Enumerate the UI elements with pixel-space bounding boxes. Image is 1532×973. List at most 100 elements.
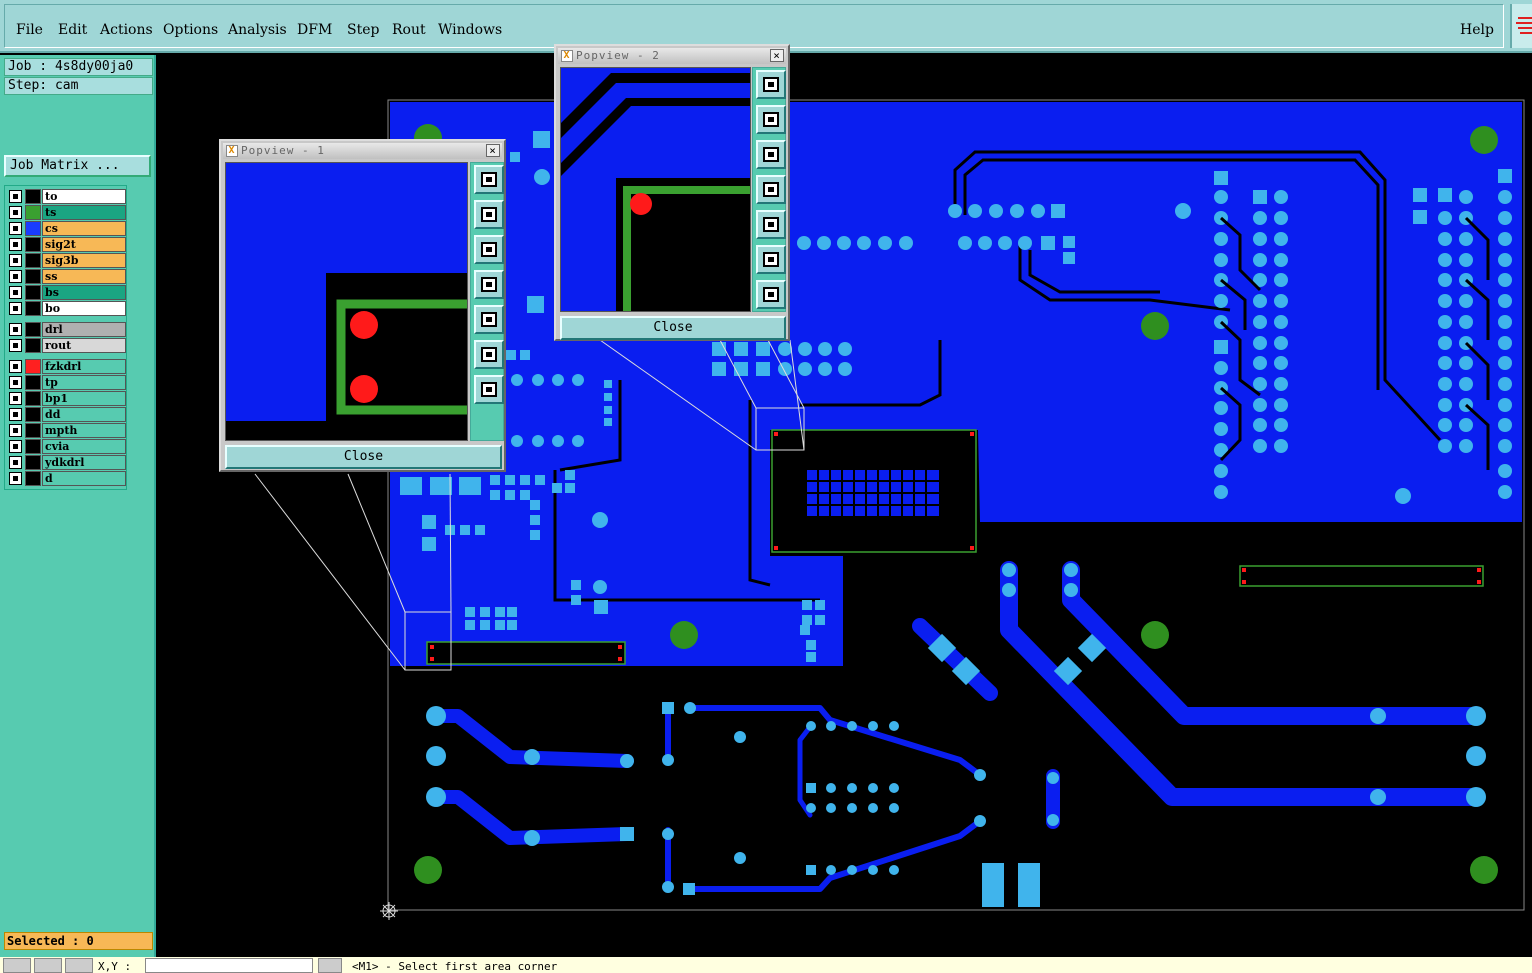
zoom-fit-button[interactable] — [756, 70, 786, 99]
layer-row-mpth[interactable]: mpth — [7, 423, 126, 438]
layer-color-swatch[interactable] — [25, 338, 41, 353]
layer-name-label[interactable]: cvia — [42, 439, 126, 454]
layer-color-swatch[interactable] — [25, 391, 41, 406]
layer-row-drl[interactable]: drl — [7, 322, 126, 337]
layer-checkbox[interactable] — [9, 206, 22, 219]
layer-checkbox[interactable] — [9, 440, 22, 453]
layer-color-swatch[interactable] — [25, 253, 41, 268]
layer-name-label[interactable]: ss — [42, 269, 126, 284]
layer-name-label[interactable]: to — [42, 189, 126, 204]
layer-row-cs[interactable]: cs — [7, 221, 126, 236]
menu-step[interactable]: Step — [347, 22, 379, 38]
layer-name-label[interactable]: drl — [42, 322, 126, 337]
layer-row-sig3b[interactable]: sig3b — [7, 253, 126, 268]
layer-checkbox[interactable] — [9, 190, 22, 203]
layer-checkbox[interactable] — [9, 254, 22, 267]
layer-color-swatch[interactable] — [25, 189, 41, 204]
layer-row-ss[interactable]: ss — [7, 269, 126, 284]
zoom-out-button[interactable] — [756, 280, 786, 309]
layer-checkbox[interactable] — [9, 302, 22, 315]
layer-color-swatch[interactable] — [25, 407, 41, 422]
pan-left-button[interactable] — [474, 270, 504, 299]
pan-right-button[interactable] — [474, 305, 504, 334]
xy-input[interactable] — [145, 958, 313, 973]
layer-name-label[interactable]: fzkdrl — [42, 359, 126, 374]
layer-checkbox[interactable] — [9, 472, 22, 485]
zoom-out-button[interactable] — [474, 375, 504, 404]
close-icon[interactable]: × — [770, 49, 784, 62]
coordinate-mode-button[interactable] — [318, 958, 342, 973]
menu-file[interactable]: File — [16, 22, 43, 38]
zoom-in-button[interactable] — [756, 245, 786, 274]
layer-color-swatch[interactable] — [25, 375, 41, 390]
menu-windows[interactable]: Windows — [438, 22, 502, 38]
layer-color-swatch[interactable] — [25, 301, 41, 316]
layer-color-swatch[interactable] — [25, 439, 41, 454]
layer-checkbox[interactable] — [9, 408, 22, 421]
layer-row-to[interactable]: to — [7, 189, 126, 204]
layer-color-swatch[interactable] — [25, 359, 41, 374]
layer-color-swatch[interactable] — [25, 455, 41, 470]
pan-up-button[interactable] — [474, 200, 504, 229]
menu-analysis[interactable]: Analysis — [228, 22, 287, 38]
select-tool-button[interactable] — [3, 958, 31, 973]
layer-row-dd[interactable]: dd — [7, 407, 126, 422]
popview-2-viewport[interactable] — [560, 67, 751, 312]
confirm-tool-button[interactable] — [34, 958, 62, 973]
layer-row-tp[interactable]: tp — [7, 375, 126, 390]
pan-up-button[interactable] — [756, 105, 786, 134]
layer-row-rout[interactable]: rout — [7, 338, 126, 353]
pan-right-button[interactable] — [756, 210, 786, 239]
window-tool-button[interactable] — [65, 958, 93, 973]
layer-row-bo[interactable]: bo — [7, 301, 126, 316]
layer-checkbox[interactable] — [9, 270, 22, 283]
layer-checkbox[interactable] — [9, 339, 22, 352]
layer-checkbox[interactable] — [9, 392, 22, 405]
layer-color-swatch[interactable] — [25, 205, 41, 220]
layer-color-swatch[interactable] — [25, 237, 41, 252]
menu-rout[interactable]: Rout — [392, 22, 426, 38]
job-matrix-button[interactable]: Job Matrix ... — [4, 155, 151, 177]
popview-2-close-button[interactable]: Close — [560, 316, 786, 340]
layer-checkbox[interactable] — [9, 376, 22, 389]
layer-row-d[interactable]: d — [7, 471, 126, 486]
layer-name-label[interactable]: rout — [42, 338, 126, 353]
layer-checkbox[interactable] — [9, 360, 22, 373]
layer-name-label[interactable]: cs — [42, 221, 126, 236]
layer-name-label[interactable]: bo — [42, 301, 126, 316]
layer-row-bs[interactable]: bs — [7, 285, 126, 300]
layer-color-swatch[interactable] — [25, 285, 41, 300]
layer-color-swatch[interactable] — [25, 269, 41, 284]
layer-row-ydkdrl[interactable]: ydkdrl — [7, 455, 126, 470]
popview-1-viewport[interactable] — [225, 162, 468, 441]
layer-row-sig2t[interactable]: sig2t — [7, 237, 126, 252]
layer-name-label[interactable]: bp1 — [42, 391, 126, 406]
layer-name-label[interactable]: bs — [42, 285, 126, 300]
menu-help[interactable]: Help — [1460, 22, 1494, 38]
layer-row-bp1[interactable]: bp1 — [7, 391, 126, 406]
layer-color-swatch[interactable] — [25, 322, 41, 337]
pan-left-button[interactable] — [756, 175, 786, 204]
menu-options[interactable]: Options — [163, 22, 218, 38]
layer-color-swatch[interactable] — [25, 471, 41, 486]
layer-name-label[interactable]: ydkdrl — [42, 455, 126, 470]
layer-checkbox[interactable] — [9, 424, 22, 437]
layer-checkbox[interactable] — [9, 222, 22, 235]
popview-1-close-button[interactable]: Close — [225, 445, 502, 469]
pan-down-button[interactable] — [756, 140, 786, 169]
layer-name-label[interactable]: ts — [42, 205, 126, 220]
layer-name-label[interactable]: d — [42, 471, 126, 486]
zoom-fit-button[interactable] — [474, 165, 504, 194]
menu-dfm[interactable]: DFM — [297, 22, 332, 38]
zoom-in-button[interactable] — [474, 340, 504, 369]
layer-checkbox[interactable] — [9, 286, 22, 299]
pan-down-button[interactable] — [474, 235, 504, 264]
popview-2-titlebar[interactable]: X Popview - 2 × — [558, 48, 786, 64]
layer-color-swatch[interactable] — [25, 221, 41, 236]
popview-1-titlebar[interactable]: X Popview - 1 × — [223, 143, 502, 159]
layer-name-label[interactable]: dd — [42, 407, 126, 422]
menu-edit[interactable]: Edit — [58, 22, 87, 38]
layer-checkbox[interactable] — [9, 456, 22, 469]
layer-name-label[interactable]: mpth — [42, 423, 126, 438]
layer-checkbox[interactable] — [9, 238, 22, 251]
